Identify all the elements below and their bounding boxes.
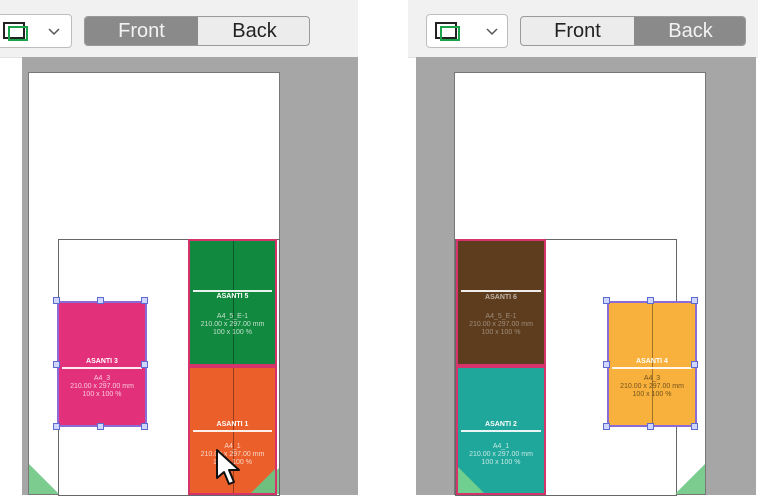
fold-line [62, 367, 142, 369]
corner-mark [29, 464, 59, 494]
resize-handle[interactable] [97, 423, 104, 430]
mouse-pointer-icon [216, 449, 240, 485]
left-canvas: ASANTI 3 A4_3 210.00 x 297.00 mm 100 x 1… [22, 57, 358, 496]
page-layout-icon [435, 22, 460, 41]
fold-line [461, 290, 541, 292]
resize-handle[interactable] [53, 361, 60, 368]
fold-line [461, 430, 541, 432]
right-toolbar: Front Back [408, 0, 758, 58]
corner-mark [458, 467, 484, 493]
right-panel: Front Back ASANTI 6 A4_5_E-1 210.00 x 29… [408, 0, 758, 496]
corner-mark [251, 469, 275, 493]
tab-back[interactable]: Back [634, 17, 745, 45]
fold-line [193, 290, 272, 292]
center-line [232, 241, 234, 364]
corner-mark [675, 464, 705, 494]
block-name: ASANTI 2 [485, 421, 517, 428]
imposition-block[interactable]: ASANTI 4 A4_3 210.00 x 297.00 mm 100 x 1… [607, 301, 697, 427]
chevron-down-icon [48, 28, 60, 36]
imposition-block[interactable]: ASANTI 5 A4_5_E-1 210.00 x 297.00 mm 100… [188, 239, 277, 366]
resize-handle[interactable] [53, 423, 60, 430]
resize-handle[interactable] [603, 423, 610, 430]
left-side-toggle[interactable]: Front Back [84, 16, 310, 46]
block-name: ASANTI 4 [636, 358, 668, 365]
block-info: A4_1 210.00 x 297.00 mm 100 x 100 % [469, 443, 533, 466]
resize-handle[interactable] [97, 297, 104, 304]
tab-front[interactable]: Front [85, 17, 198, 45]
block-info: A4_3 210.00 x 297.00 mm 100 x 100 % [70, 375, 134, 398]
fold-line [193, 430, 272, 432]
resize-handle[interactable] [647, 423, 654, 430]
left-panel: Front Back ASANTI 3 A4_3 210.00 x 297.00… [0, 0, 358, 496]
block-name: ASANTI 3 [86, 358, 118, 365]
resize-handle[interactable] [603, 297, 610, 304]
left-view-dropdown[interactable] [0, 14, 72, 48]
tab-front[interactable]: Front [521, 17, 634, 45]
block-name: ASANTI 6 [485, 294, 517, 301]
resize-handle[interactable] [691, 297, 698, 304]
block-name: ASANTI 5 [216, 293, 249, 300]
imposition-block[interactable]: ASANTI 3 A4_3 210.00 x 297.00 mm 100 x 1… [57, 301, 147, 427]
right-view-dropdown[interactable] [426, 14, 508, 48]
right-side-toggle[interactable]: Front Back [520, 16, 746, 46]
block-info: A4_5_E-1 210.00 x 297.00 mm 100 x 100 % [200, 313, 265, 336]
resize-handle[interactable] [141, 361, 148, 368]
resize-handle[interactable] [647, 297, 654, 304]
resize-handle[interactable] [141, 423, 148, 430]
resize-handle[interactable] [691, 361, 698, 368]
block-name: ASANTI 1 [216, 421, 249, 428]
fold-line [612, 367, 692, 369]
left-toolbar: Front Back [0, 0, 358, 58]
right-canvas: ASANTI 6 A4_5_E-1 210.00 x 297.00 mm 100… [416, 57, 756, 496]
resize-handle[interactable] [691, 423, 698, 430]
imposition-block[interactable]: ASANTI 2 A4_1 210.00 x 297.00 mm 100 x 1… [456, 366, 546, 495]
tab-back[interactable]: Back [198, 17, 309, 45]
resize-handle[interactable] [603, 361, 610, 368]
block-info: A4_3 210.00 x 297.00 mm 100 x 100 % [620, 375, 684, 398]
page-layout-icon [3, 22, 28, 41]
imposition-block[interactable]: ASANTI 6 A4_5_E-1 210.00 x 297.00 mm 100… [456, 239, 546, 366]
chevron-down-icon [486, 28, 498, 36]
resize-handle[interactable] [53, 297, 60, 304]
resize-handle[interactable] [141, 297, 148, 304]
block-info: A4_5_E-1 210.00 x 297.00 mm 100 x 100 % [469, 313, 533, 336]
